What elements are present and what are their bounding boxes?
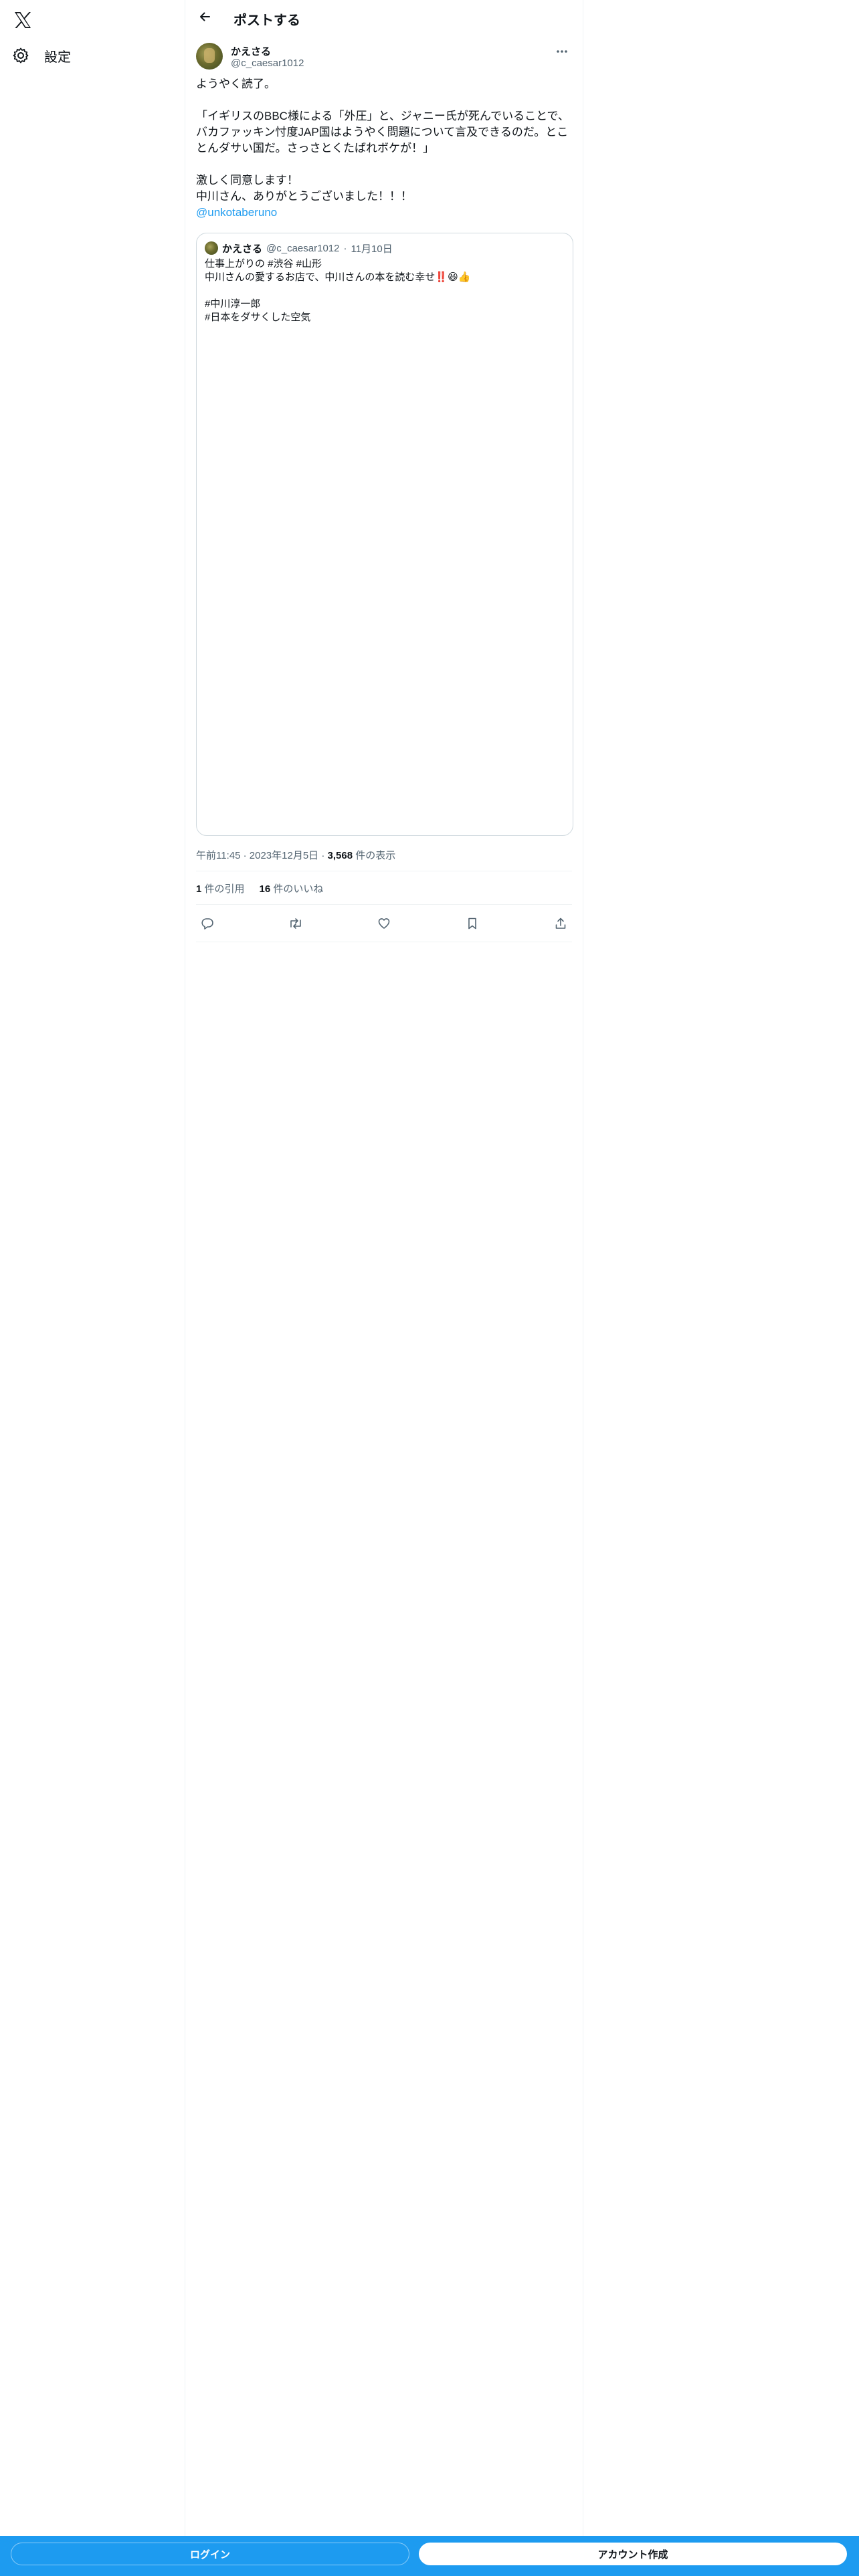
quoted-post-header: かえさる @c_caesar1012 · 11月10日 xyxy=(205,241,393,255)
x-logo-icon[interactable] xyxy=(9,7,36,33)
post-line: 中川さん、ありがとうございました！！！ xyxy=(196,190,412,203)
quote-line: #日本をダサくした空気 xyxy=(205,312,311,323)
bookmark-icon xyxy=(466,917,478,934)
likes-stat[interactable]: 16 件のいいね xyxy=(260,881,324,895)
post-date[interactable]: 2023年12月5日 xyxy=(250,850,318,861)
quote-line: #中川淳一郎 xyxy=(205,298,261,310)
views-label: 件の表示 xyxy=(355,850,396,861)
quoted-author-handle: @c_caesar1012 xyxy=(266,242,340,254)
post-author: かえさる @c_caesar1012 xyxy=(196,43,572,72)
author-handle[interactable]: @c_caesar1012 xyxy=(231,58,304,69)
post-time[interactable]: 午前11:45 xyxy=(196,850,240,861)
divider xyxy=(196,904,572,905)
engagement-stats: 1 件の引用 16 件のいいね xyxy=(196,881,323,895)
bookmark-button[interactable] xyxy=(461,914,484,936)
settings-nav-item[interactable]: 設定 xyxy=(11,41,71,70)
quote-line: 仕事上がりの #渋谷 #山形 xyxy=(205,258,322,270)
quote-line: 中川さんの愛するお店で、中川さんの本を読む幸せ‼️😆👍 xyxy=(205,272,471,283)
more-icon xyxy=(556,45,568,57)
likes-count: 16 xyxy=(259,883,271,895)
reply-button[interactable] xyxy=(196,914,219,936)
main-column: ポストする かえさる @c_caesar1012 ようやく読了。 「イギリスのB… xyxy=(185,0,583,2576)
quoted-post[interactable]: かえさる @c_caesar1012 · 11月10日 仕事上がりの #渋谷 #… xyxy=(196,233,573,836)
quotes-label: 件の引用 xyxy=(204,883,245,895)
reply-icon xyxy=(201,917,214,934)
back-button[interactable] xyxy=(195,8,215,28)
mention-link[interactable]: @unkotaberuno xyxy=(196,205,577,221)
arrow-left-icon xyxy=(198,10,211,27)
post-line: ようやく読了。 xyxy=(196,78,276,90)
signup-button[interactable]: アカウント作成 xyxy=(419,2543,847,2565)
page-title: ポストする xyxy=(233,13,300,28)
repost-button[interactable] xyxy=(284,914,307,936)
repost-icon xyxy=(288,917,303,934)
left-navigation: 設定 xyxy=(0,0,185,2576)
likes-label: 件のいいね xyxy=(273,883,324,895)
heart-icon xyxy=(377,917,391,934)
quotes-stat[interactable]: 1 件の引用 xyxy=(196,881,245,895)
quoted-post-text: 仕事上がりの #渋谷 #山形 中川さんの愛するお店で、中川さんの本を読む幸せ‼️… xyxy=(205,257,566,324)
quoted-author-name: かえさる xyxy=(222,243,263,255)
author-name[interactable]: かえさる xyxy=(231,44,271,58)
quotes-count: 1 xyxy=(196,883,202,895)
share-button[interactable] xyxy=(549,914,572,936)
more-options-button[interactable] xyxy=(552,44,572,58)
post-line: 激しく同意します！ xyxy=(196,174,298,187)
login-bottom-bar: ログイン アカウント作成 xyxy=(0,2536,859,2576)
share-icon xyxy=(554,917,567,934)
gear-icon xyxy=(11,45,31,66)
login-button[interactable]: ログイン xyxy=(11,2543,409,2565)
avatar xyxy=(205,241,218,255)
settings-label: 設定 xyxy=(44,49,71,65)
post-meta: 午前11:45 · 2023年12月5日 · 3,568 件の表示 xyxy=(196,850,396,861)
avatar[interactable] xyxy=(196,43,223,70)
action-bar xyxy=(196,914,572,936)
quoted-post-date: 11月10日 xyxy=(351,243,393,255)
like-button[interactable] xyxy=(373,914,395,936)
views-count: 3,568 xyxy=(327,850,353,861)
post-line: 「イギリスのBBC様による「外圧」と、ジャニー氏が死んでいることで、バカファッキ… xyxy=(196,110,569,154)
separator-dot: · xyxy=(343,242,347,254)
page-header: ポストする xyxy=(185,0,583,35)
post-text: ようやく読了。 「イギリスのBBC様による「外圧」と、ジャニー氏が死んでいること… xyxy=(196,76,577,221)
